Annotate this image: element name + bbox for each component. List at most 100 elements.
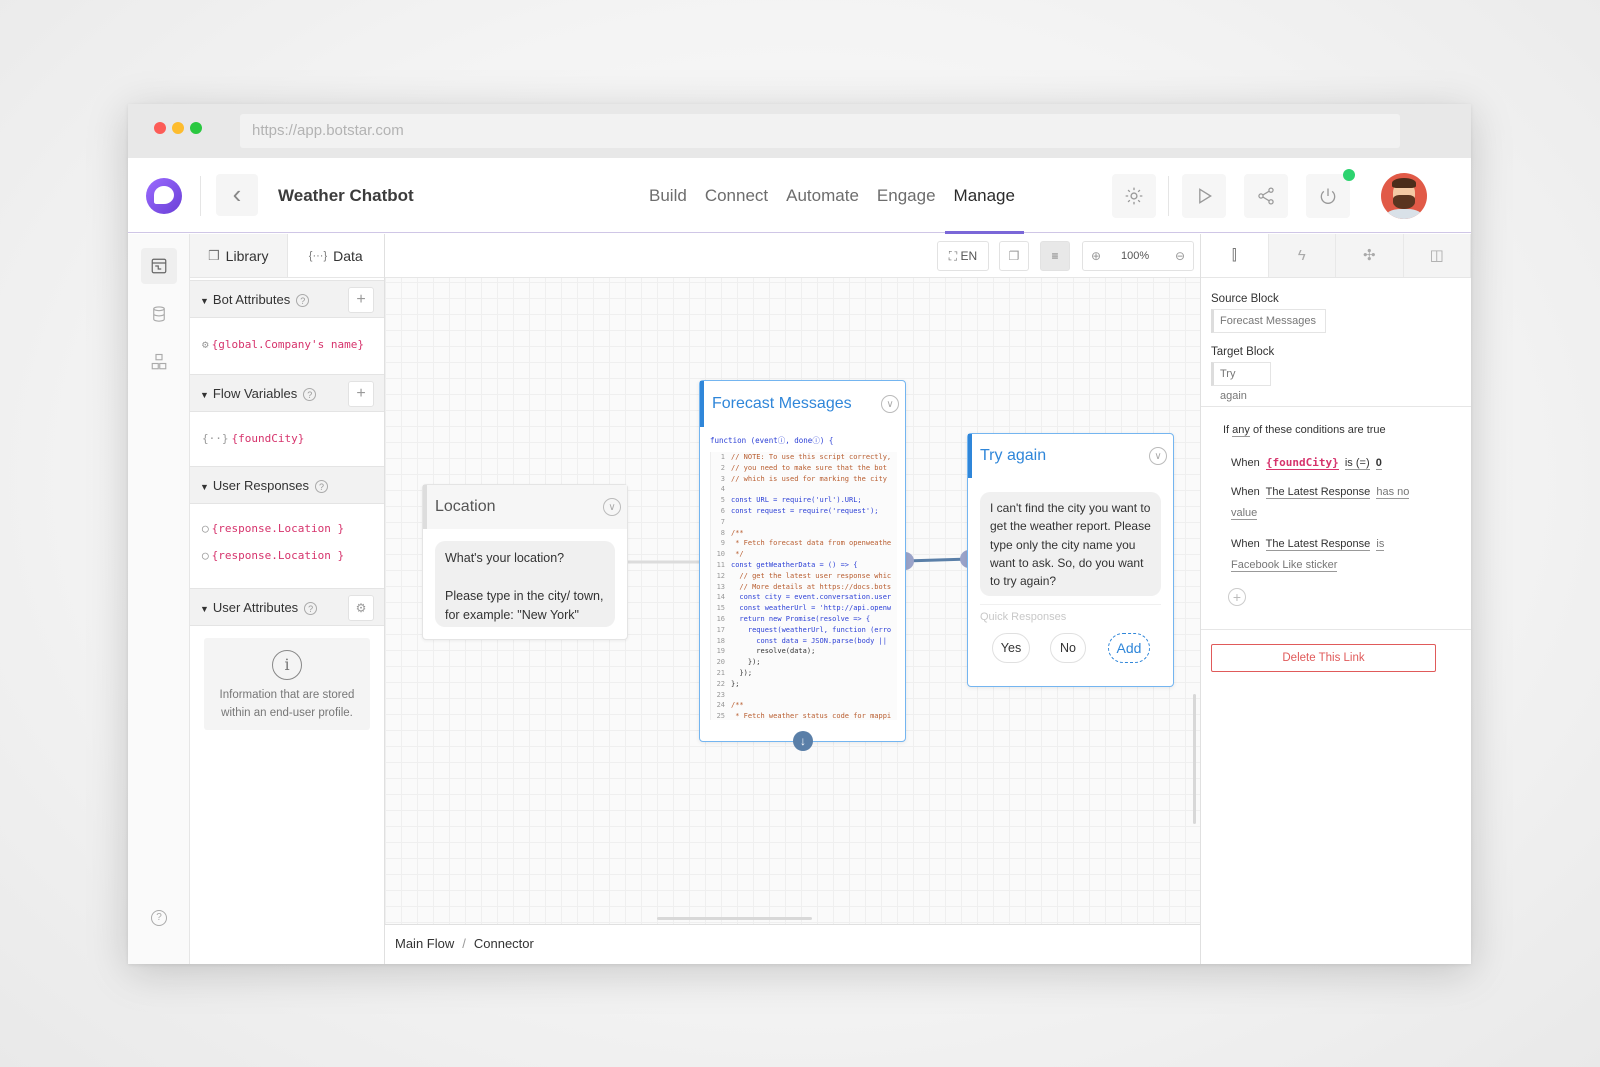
horizontal-scrollbar[interactable]: [657, 917, 812, 920]
vertical-scrollbar[interactable]: [1193, 694, 1196, 824]
condition-row[interactable]: When The Latest Response is Facebook Lik…: [1231, 534, 1431, 576]
tab-library[interactable]: ❒ Library: [190, 234, 288, 277]
condition-operator[interactable]: is: [1376, 538, 1385, 551]
list-item[interactable]: ◯ {response.Location }: [202, 522, 372, 535]
settings-button[interactable]: [1112, 174, 1156, 218]
publish-button[interactable]: [1306, 174, 1350, 218]
next-step-handle[interactable]: ↓: [793, 731, 813, 751]
nav-automate[interactable]: Automate: [777, 158, 868, 233]
condition-value[interactable]: Facebook Like sticker: [1231, 559, 1338, 572]
add-quick-reply-button[interactable]: Add: [1108, 633, 1150, 663]
condition-value[interactable]: value: [1231, 507, 1258, 520]
condition-subject[interactable]: The Latest Response: [1265, 538, 1371, 551]
maximize-window-button[interactable]: [190, 122, 202, 134]
help-icon[interactable]: ?: [296, 294, 310, 308]
help-icon[interactable]: ?: [304, 602, 318, 616]
tab-position[interactable]: ✣: [1336, 234, 1404, 277]
user-responses-header[interactable]: ▼ User Responses?: [190, 466, 384, 504]
chevron-down-icon[interactable]: ∨: [603, 498, 621, 516]
condition-row[interactable]: When The Latest Response has no value: [1231, 482, 1431, 524]
nav-connect[interactable]: Connect: [696, 158, 777, 233]
condition-subject[interactable]: The Latest Response: [1265, 486, 1371, 499]
browser-bar: https://app.botstar.com: [128, 104, 1471, 158]
divider: [1201, 406, 1471, 407]
condition-header-text: If: [1223, 424, 1233, 436]
code-line: 15 const weatherUrl = 'http://api.openw: [711, 603, 897, 614]
help-icon[interactable]: ?: [315, 480, 329, 494]
add-bot-attribute-button[interactable]: +: [348, 287, 374, 313]
help-icon[interactable]: ?: [141, 900, 177, 936]
condition-operator-dropdown[interactable]: any: [1232, 424, 1250, 437]
nav-engage[interactable]: Engage: [868, 158, 945, 233]
code-text: const weatherUrl = 'http://api.openw: [731, 604, 892, 613]
quick-reply-no[interactable]: No: [1050, 633, 1086, 663]
line-number: 23: [716, 690, 725, 699]
code-line: 25 * Fetch weather status code for mappi: [711, 711, 897, 720]
code-line: 19 resolve(data);: [711, 646, 897, 657]
flow-canvas[interactable]: ⛶ EN ❐ ≡ ⊕ 100% ⊖ Location ∨ What's your…: [385, 234, 1200, 924]
tab-properties[interactable]: ⫿: [1201, 234, 1269, 277]
flow-variables-list: {··} {foundCity}: [190, 412, 384, 466]
nav-manage[interactable]: Manage: [944, 158, 1025, 234]
add-flow-variable-button[interactable]: +: [348, 381, 374, 407]
nav-build[interactable]: Build: [640, 158, 696, 233]
try-again-block[interactable]: Try again ∨ I can't find the city you wa…: [967, 433, 1174, 687]
list-item[interactable]: ◯ {response.Location }: [202, 549, 372, 562]
code-line: 1 // NOTE: To use this script correctly,: [711, 452, 897, 463]
database-icon[interactable]: [141, 296, 177, 332]
online-status-dot: [1343, 169, 1355, 181]
message-line: Please type in the city/ town, for examp…: [445, 589, 604, 622]
botstar-logo-icon[interactable]: [146, 178, 182, 214]
breadcrumb-main-flow[interactable]: Main Flow: [395, 936, 454, 951]
variable-label: {global.Company's name}: [211, 338, 364, 351]
code-text: // More details at https://docs.bots: [731, 582, 892, 591]
forecast-messages-block[interactable]: Forecast Messages ∨ function (eventⓘ, do…: [699, 380, 906, 751]
modules-icon[interactable]: [141, 344, 177, 380]
chevron-down-icon[interactable]: ∨: [881, 395, 899, 413]
caret-down-icon: ▼: [200, 296, 209, 306]
bot-attributes-header[interactable]: ▼ Bot Attributes? +: [190, 280, 384, 318]
list-item[interactable]: ⚙ {global.Company's name}: [202, 338, 372, 351]
play-icon: [1199, 188, 1212, 204]
message-bubble[interactable]: What's your location? Please type in the…: [435, 541, 615, 627]
chevron-down-icon[interactable]: ∨: [1149, 447, 1167, 465]
caret-down-icon: ▼: [200, 482, 209, 492]
condition-subject[interactable]: {foundCity}: [1265, 456, 1339, 470]
back-button[interactable]: ‹: [216, 174, 258, 216]
delete-link-button[interactable]: Delete This Link: [1211, 644, 1436, 672]
close-window-button[interactable]: [154, 122, 166, 134]
block-title: Forecast Messages ∨: [700, 381, 905, 427]
code-editor[interactable]: 1 // NOTE: To use this script correctly, 2…: [710, 452, 897, 720]
user-attributes-header[interactable]: ▼ User Attributes? ⚙: [190, 588, 384, 626]
code-line: 4: [711, 484, 897, 495]
chat-bubble-icon: ◯: [202, 549, 209, 562]
location-block[interactable]: Location ∨ What's your location? Please …: [422, 484, 628, 640]
test-bot-button[interactable]: [1182, 174, 1226, 218]
user-attributes-info: i Information that are stored within an …: [204, 638, 370, 730]
minimize-window-button[interactable]: [172, 122, 184, 134]
tab-layout[interactable]: ◫: [1403, 234, 1471, 277]
avatar[interactable]: [1381, 173, 1427, 219]
settings-tabs: ⫿ ϟ ✣ ◫: [1201, 234, 1471, 278]
condition-value[interactable]: 0: [1375, 457, 1382, 470]
flow-variables-header[interactable]: ▼ Flow Variables? +: [190, 374, 384, 412]
condition-operator[interactable]: is (=): [1344, 457, 1370, 470]
help-icon[interactable]: ?: [303, 388, 317, 402]
quick-responses: Yes No Add: [980, 633, 1161, 665]
tab-actions[interactable]: ϟ: [1268, 234, 1336, 277]
message-bubble[interactable]: I can't find the city you want to get th…: [980, 492, 1161, 596]
address-bar[interactable]: https://app.botstar.com: [240, 114, 1400, 148]
quick-reply-yes[interactable]: Yes: [992, 633, 1030, 663]
condition-row[interactable]: When {foundCity} is (=) 0: [1231, 452, 1431, 474]
share-button[interactable]: [1244, 174, 1288, 218]
code-line: 9 * Fetch forecast data from openweathe: [711, 538, 897, 549]
user-attributes-settings-button[interactable]: ⚙: [348, 595, 374, 621]
flow-builder-icon[interactable]: [141, 248, 177, 284]
tab-data[interactable]: {···} Data: [288, 234, 385, 277]
list-item[interactable]: {··} {foundCity}: [202, 432, 372, 445]
main-nav: Build Connect Automate Engage Manage: [640, 158, 1025, 234]
condition-operator[interactable]: has no: [1376, 486, 1410, 499]
message-line: What's your location?: [445, 551, 565, 565]
code-line: 7: [711, 517, 897, 528]
add-condition-button[interactable]: +: [1228, 588, 1246, 606]
